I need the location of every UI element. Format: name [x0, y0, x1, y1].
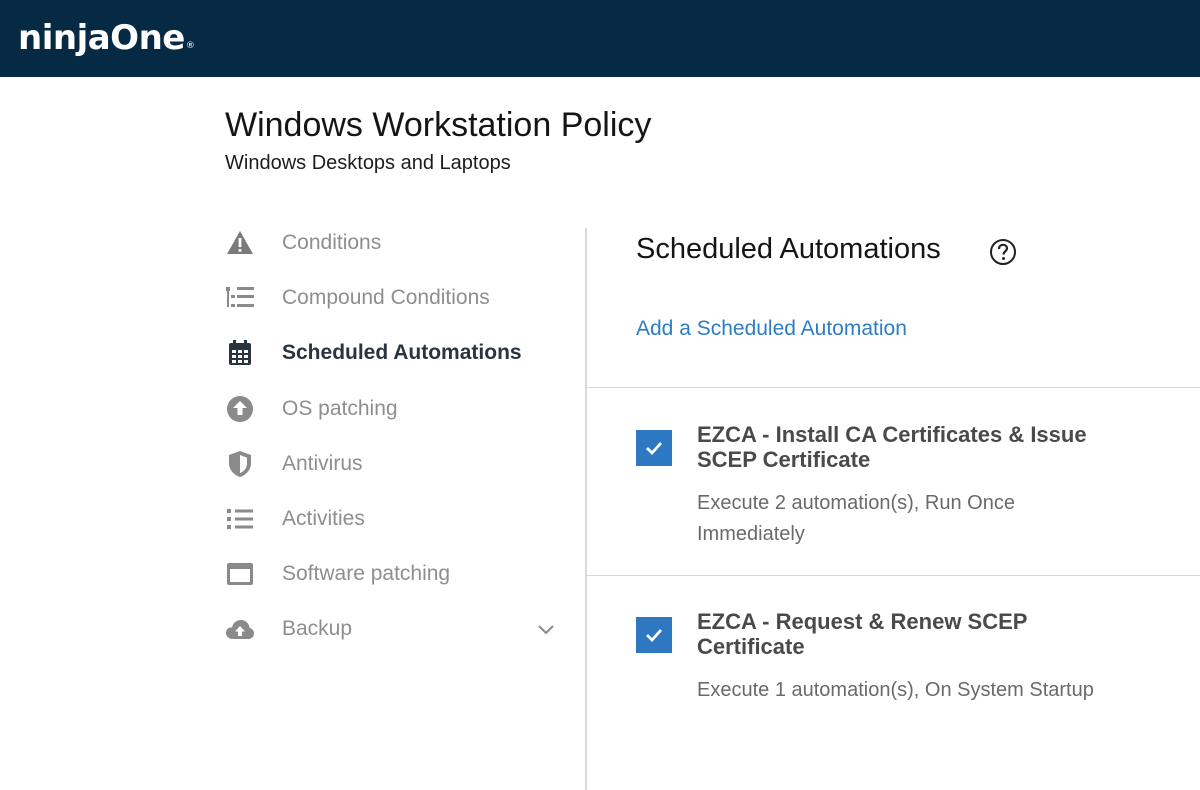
- sidebar-item-scheduled-automations[interactable]: Scheduled Automations: [225, 333, 570, 373]
- automation-divider: [587, 575, 1200, 576]
- sidebar-item-label: Backup: [282, 617, 353, 640]
- shield-icon: [225, 449, 255, 479]
- sidebar-item-activities[interactable]: Activities: [225, 499, 570, 539]
- sidebar-item-os-patching[interactable]: OS patching: [225, 389, 570, 429]
- calendar-icon: [225, 338, 255, 368]
- sidebar-item-antivirus[interactable]: Antivirus: [225, 444, 570, 484]
- page-subtitle: Windows Desktops and Laptops: [225, 152, 511, 174]
- cloud-upload-icon: [225, 614, 255, 644]
- add-scheduled-automation-link[interactable]: Add a Scheduled Automation: [636, 317, 907, 341]
- sidebar-item-label: Antivirus: [282, 452, 363, 475]
- vertical-divider: [585, 228, 587, 790]
- help-circle-icon[interactable]: [989, 238, 1017, 271]
- automation-checkbox[interactable]: [636, 617, 672, 653]
- sidebar-item-compound-conditions[interactable]: Compound Conditions: [225, 278, 570, 318]
- sidebar-item-label: Activities: [282, 507, 365, 530]
- chevron-down-icon[interactable]: [537, 620, 555, 643]
- sidebar-item-conditions[interactable]: Conditions: [225, 223, 570, 263]
- compound-list-icon: [225, 283, 255, 313]
- page-title: Windows Workstation Policy: [225, 106, 652, 144]
- section-divider: [587, 387, 1200, 388]
- automation-checkbox[interactable]: [636, 430, 672, 466]
- logo-text: ninjaOne: [18, 18, 185, 58]
- window-icon: [225, 559, 255, 589]
- sidebar-item-label: Software patching: [282, 562, 451, 585]
- sidebar-item-software-patching[interactable]: Software patching: [225, 554, 570, 594]
- checkmark-icon: [646, 442, 663, 456]
- upload-circle-icon: [225, 394, 255, 424]
- ninjaone-logo[interactable]: ninjaOne®: [18, 18, 195, 66]
- sidebar-item-label: Scheduled Automations: [282, 341, 522, 364]
- checkmark-icon: [646, 629, 663, 643]
- registered-mark: ®: [185, 41, 195, 51]
- section-title: Scheduled Automations: [636, 233, 941, 265]
- warning-icon: [225, 228, 255, 258]
- sidebar-item-label: OS patching: [282, 397, 398, 420]
- sidebar-item-label: Compound Conditions: [282, 286, 490, 309]
- automation-description: Execute 2 automation(s), Run Once Immedi…: [697, 492, 1015, 545]
- sidebar-item-label: Conditions: [282, 231, 382, 254]
- top-navigation-bar: ninjaOne®: [0, 0, 1200, 77]
- sidebar-item-backup[interactable]: Backup: [225, 609, 570, 649]
- automation-title: EZCA - Request & Renew SCEP Certificate: [697, 609, 1028, 659]
- automation-title: EZCA - Install CA Certificates & Issue S…: [697, 422, 1087, 472]
- automation-description: Execute 1 automation(s), On System Start…: [697, 679, 1094, 701]
- list-icon: [225, 504, 255, 534]
